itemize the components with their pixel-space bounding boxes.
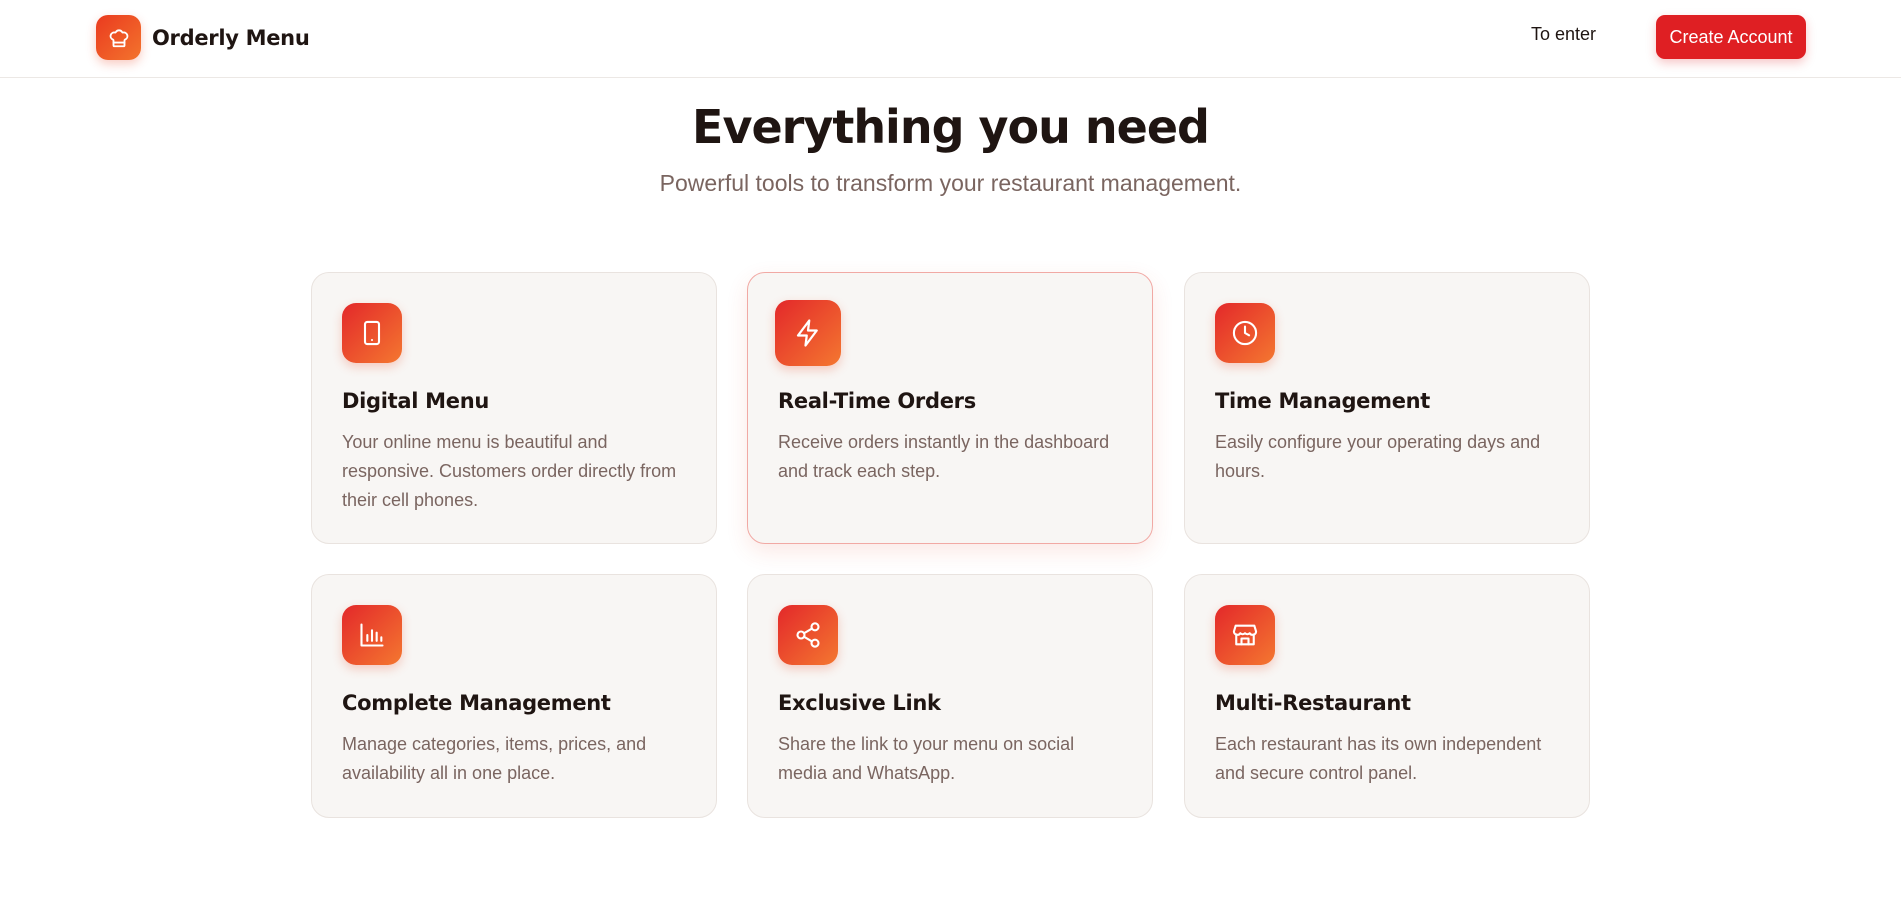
brand-name: Orderly Menu	[152, 25, 310, 50]
feature-card-complete-management: Complete Management Manage categories, i…	[311, 574, 717, 818]
feature-card-multi-restaurant: Multi-Restaurant Each restaurant has its…	[1184, 574, 1590, 818]
feature-description: Your online menu is beautiful and respon…	[342, 432, 677, 510]
feature-description: Easily configure your operating days and…	[1215, 432, 1541, 481]
feature-title: Time Management	[1215, 389, 1431, 413]
smartphone-icon	[342, 303, 402, 363]
clock-icon	[1215, 303, 1275, 363]
feature-card-exclusive-link: Exclusive Link Share the link to your me…	[747, 574, 1153, 818]
feature-title: Complete Management	[342, 691, 611, 715]
share-icon	[778, 605, 838, 665]
feature-title: Real-Time Orders	[778, 389, 976, 413]
feature-title: Digital Menu	[342, 389, 490, 413]
feature-title: Multi-Restaurant	[1215, 691, 1411, 715]
section-title: Everything you need	[692, 100, 1210, 154]
feature-description: Manage categories, items, prices, and av…	[342, 734, 647, 783]
feature-card-time-management: Time Management Easily configure your op…	[1184, 272, 1590, 544]
feature-description: Receive orders instantly in the dashboar…	[778, 432, 1110, 481]
feature-card-real-time-orders: Real-Time Orders Receive orders instantl…	[747, 272, 1153, 544]
lightning-icon	[775, 300, 841, 366]
section-subtitle: Powerful tools to transform your restaur…	[659, 170, 1242, 196]
brand[interactable]: Orderly Menu	[96, 15, 310, 60]
bar-chart-icon	[342, 605, 402, 665]
create-account-button[interactable]: Create Account	[1656, 15, 1806, 59]
feature-description: Share the link to your menu on social me…	[778, 734, 1075, 783]
top-navbar: Orderly Menu To enter Create Account	[0, 0, 1901, 78]
feature-title: Exclusive Link	[778, 691, 941, 715]
login-link[interactable]: To enter	[1531, 24, 1596, 45]
feature-card-digital-menu: Digital Menu Your online menu is beautif…	[311, 272, 717, 544]
chef-hat-icon	[96, 15, 141, 60]
store-icon	[1215, 605, 1275, 665]
feature-description: Each restaurant has its own independent …	[1215, 734, 1542, 783]
